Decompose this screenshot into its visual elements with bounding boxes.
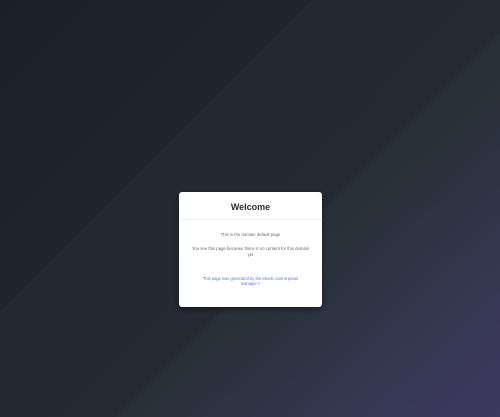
card-divider [179, 219, 322, 220]
generator-link[interactable]: This page was generated by the ebook con… [189, 276, 312, 287]
generator-link-text: This page was generated by the ebook con… [202, 275, 299, 287]
welcome-card: Welcome This is the domain default page … [179, 192, 322, 307]
no-content-explanation: You see this page because there is no co… [191, 246, 310, 257]
external-link-icon: ↗ [256, 281, 261, 286]
default-page-message: This is the domain default page [220, 232, 281, 237]
card-title: Welcome [230, 202, 271, 212]
